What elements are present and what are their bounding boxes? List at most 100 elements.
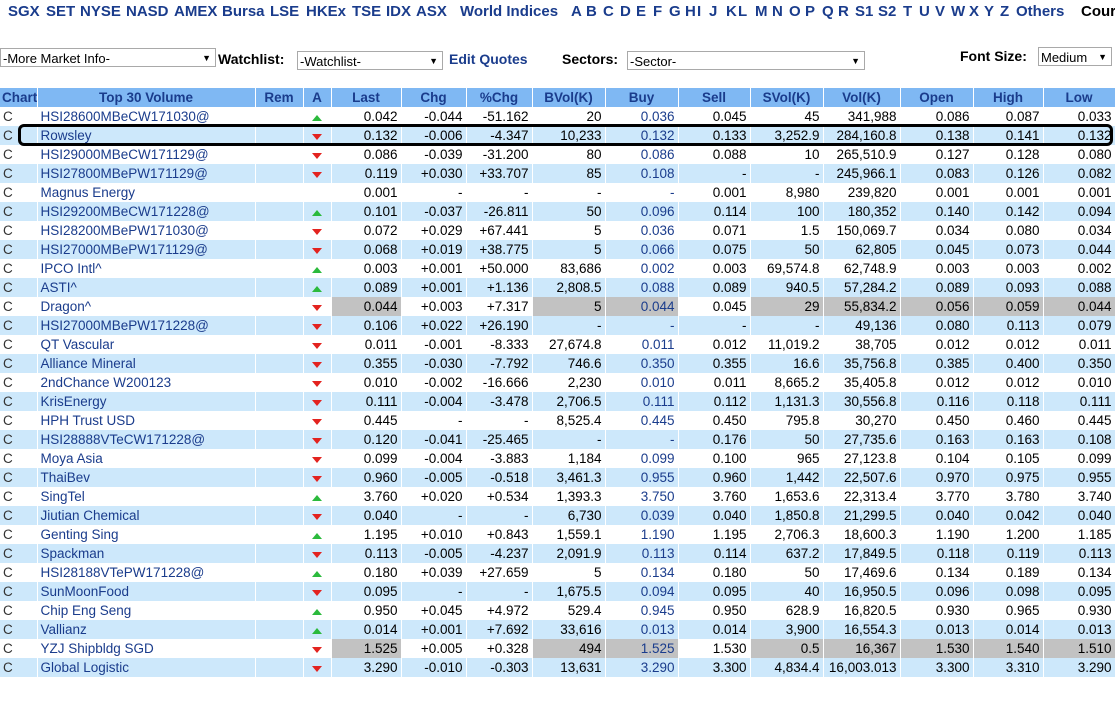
chart-link[interactable]: C (0, 582, 38, 601)
table-row[interactable]: C HSI29200MBeCW171228@ 0.101 -0.037 -26.811 5… (0, 202, 1115, 221)
stock-name-link[interactable]: Genting Sing (37, 525, 256, 544)
sectors-select[interactable]: -Sector- ▼ (627, 51, 865, 70)
edit-quotes-link[interactable]: Edit Quotes (449, 50, 528, 69)
table-row[interactable]: C HSI28888VTeCW171228@ 0.120 -0.041 -25.465-… (0, 430, 1115, 449)
chart-link[interactable]: C (0, 525, 38, 544)
stock-name-link[interactable]: SingTel (37, 487, 256, 506)
watchlist-select[interactable]: -Watchlist- ▼ (297, 51, 443, 70)
table-row[interactable]: C Dragon^ 0.044 +0.003 +7.317 5 0.044 0.045 29 55… (0, 297, 1115, 316)
stock-name-link[interactable]: Magnus Energy (37, 183, 256, 202)
chart-link[interactable]: C (0, 487, 38, 506)
stock-name-link[interactable]: Moya Asia (37, 449, 256, 468)
chart-link[interactable]: C (0, 278, 38, 297)
table-row[interactable]: C 2ndChance W200123 0.010 -0.002 -16.666 2,23… (0, 373, 1115, 392)
nav-exchange-bursa[interactable]: Bursa (222, 0, 265, 24)
chart-link[interactable]: C (0, 202, 38, 221)
stock-name-link[interactable]: Alliance Mineral (37, 354, 256, 373)
stock-name-link[interactable]: Chip Eng Seng (37, 601, 256, 620)
nav-letter-c[interactable]: C (603, 0, 614, 24)
nav-letter-j[interactable]: J (709, 0, 717, 24)
stock-name-link[interactable]: SunMoonFood (37, 582, 256, 601)
nav-letter-x[interactable]: X (969, 0, 979, 24)
chart-link[interactable]: C (0, 126, 38, 145)
stock-name-link[interactable]: Spackman (37, 544, 256, 563)
nav-exchange-nyse[interactable]: NYSE (80, 0, 121, 24)
table-row[interactable]: C Chip Eng Seng 0.950 +0.045 +4.972 529.4 0.94… (0, 601, 1115, 620)
stock-name-link[interactable]: KrisEnergy (37, 392, 256, 411)
stock-name-link[interactable]: HPH Trust USD (37, 411, 256, 430)
chart-link[interactable]: C (0, 107, 38, 126)
stock-name-link[interactable]: Vallianz (37, 620, 256, 639)
nav-letter-q[interactable]: Q (822, 0, 834, 24)
stock-name-link[interactable]: Jiutian Chemical (37, 506, 256, 525)
nav-exchange-set[interactable]: SET (46, 0, 75, 24)
chart-link[interactable]: C (0, 658, 38, 677)
nav-exchange-lse[interactable]: LSE (270, 0, 299, 24)
table-row[interactable]: C HSI27800MBePW171129@ 0.119 +0.030 +33.707 8… (0, 164, 1115, 183)
chart-link[interactable]: C (0, 354, 38, 373)
table-row[interactable]: C Jiutian Chemical 0.040- -6,730 0.039 0.040 1… (0, 506, 1115, 525)
stock-name-link[interactable]: HSI28188VTePW171228@ (37, 563, 256, 582)
nav-exchange-sgx[interactable]: SGX (8, 0, 40, 24)
stock-name-link[interactable]: ThaiBev (37, 468, 256, 487)
stock-name-link[interactable]: HSI28600MBeCW171030@ (37, 107, 256, 126)
nav-letter-l[interactable]: L (738, 0, 747, 24)
chart-link[interactable]: C (0, 297, 38, 316)
chart-link[interactable]: C (0, 639, 38, 658)
nav-letter-n[interactable]: N (772, 0, 783, 24)
nav-letter-a[interactable]: A (571, 0, 582, 24)
nav-letter-p[interactable]: P (805, 0, 815, 24)
stock-name-link[interactable]: IPCO Intl^ (37, 259, 256, 278)
nav-letter-u[interactable]: U (919, 0, 930, 24)
nav-others[interactable]: Others (1016, 0, 1064, 24)
chart-link[interactable]: C (0, 145, 38, 164)
nav-letter-s2[interactable]: S2 (878, 0, 896, 24)
table-row[interactable]: C HSI28600MBeCW171030@ 0.042 -0.044 -51.162 2… (0, 107, 1115, 126)
chart-link[interactable]: C (0, 164, 38, 183)
table-row[interactable]: C HSI28188VTePW171228@ 0.180 +0.039 +27.659 5… (0, 563, 1115, 582)
nav-letter-k[interactable]: K (726, 0, 737, 24)
chart-link[interactable]: C (0, 335, 38, 354)
nav-letter-z[interactable]: Z (1000, 0, 1009, 24)
nav-exchange-tse[interactable]: TSE (352, 0, 381, 24)
chart-link[interactable]: C (0, 221, 38, 240)
chart-link[interactable]: C (0, 259, 38, 278)
header-top-30-volume[interactable]: Top 30 Volume (37, 88, 256, 107)
stock-name-link[interactable]: QT Vascular (37, 335, 256, 354)
nav-exchange-nasd[interactable]: NASD (126, 0, 169, 24)
nav-exchange-idx[interactable]: IDX (386, 0, 411, 24)
nav-letter-g[interactable]: G (669, 0, 681, 24)
nav-letter-r[interactable]: R (838, 0, 849, 24)
chart-link[interactable]: C (0, 563, 38, 582)
stock-name-link[interactable]: Global Logistic (37, 658, 256, 677)
nav-letter-m[interactable]: M (755, 0, 768, 24)
nav-letter-o[interactable]: O (789, 0, 801, 24)
table-row[interactable]: C ASTI^ 0.089 +0.001 +1.136 2,808.5 0.088 0.089… (0, 278, 1115, 297)
font-size-select[interactable]: Medium ▼ (1038, 47, 1112, 66)
stock-name-link[interactable]: HSI29200MBeCW171228@ (37, 202, 256, 221)
chart-link[interactable]: C (0, 240, 38, 259)
nav-letter-t[interactable]: T (903, 0, 912, 24)
nav-letter-s1[interactable]: S1 (855, 0, 873, 24)
table-row[interactable]: C Genting Sing 1.195 +0.010 +0.843 1,559.1 1.1… (0, 525, 1115, 544)
nav-letter-y[interactable]: Y (984, 0, 994, 24)
table-row[interactable]: C SunMoonFood 0.095- -1,675.5 0.094 0.095 40 16… (0, 582, 1115, 601)
nav-letter-w[interactable]: W (951, 0, 965, 24)
table-row[interactable]: C SingTel 3.760 +0.020 +0.534 1,393.3 3.750 3.7… (0, 487, 1115, 506)
table-row[interactable]: C Magnus Energy 0.001- - - -0.001 8,980 239,820… (0, 183, 1115, 202)
nav-letter-b[interactable]: B (586, 0, 597, 24)
table-row[interactable]: C Spackman 0.113 -0.005 -4.237 2,091.9 0.113 0.… (0, 544, 1115, 563)
table-row[interactable]: C HSI29000MBeCW171129@ 0.086 -0.039 -31.200 8… (0, 145, 1115, 164)
chart-link[interactable]: C (0, 544, 38, 563)
nav-letter-e[interactable]: E (636, 0, 646, 24)
table-row[interactable]: C Moya Asia 0.099 -0.004 -3.883 1,184 0.099 0.1… (0, 449, 1115, 468)
table-row[interactable]: C QT Vascular 0.011 -0.001 -8.333 27,674.8 0.0… (0, 335, 1115, 354)
nav-letter-f[interactable]: F (653, 0, 662, 24)
chart-link[interactable]: C (0, 468, 38, 487)
nav-exchange-amex[interactable]: AMEX (174, 0, 217, 24)
chart-link[interactable]: C (0, 430, 38, 449)
stock-name-link[interactable]: YZJ Shipbldg SGD (37, 639, 256, 658)
chart-link[interactable]: C (0, 449, 38, 468)
table-row[interactable]: C Rowsley 0.132 -0.006 -4.347 10,233 0.132 0.13… (0, 126, 1115, 145)
table-row[interactable]: C IPCO Intl^ 0.003 +0.001 +50.000 83,686 0.002… (0, 259, 1115, 278)
